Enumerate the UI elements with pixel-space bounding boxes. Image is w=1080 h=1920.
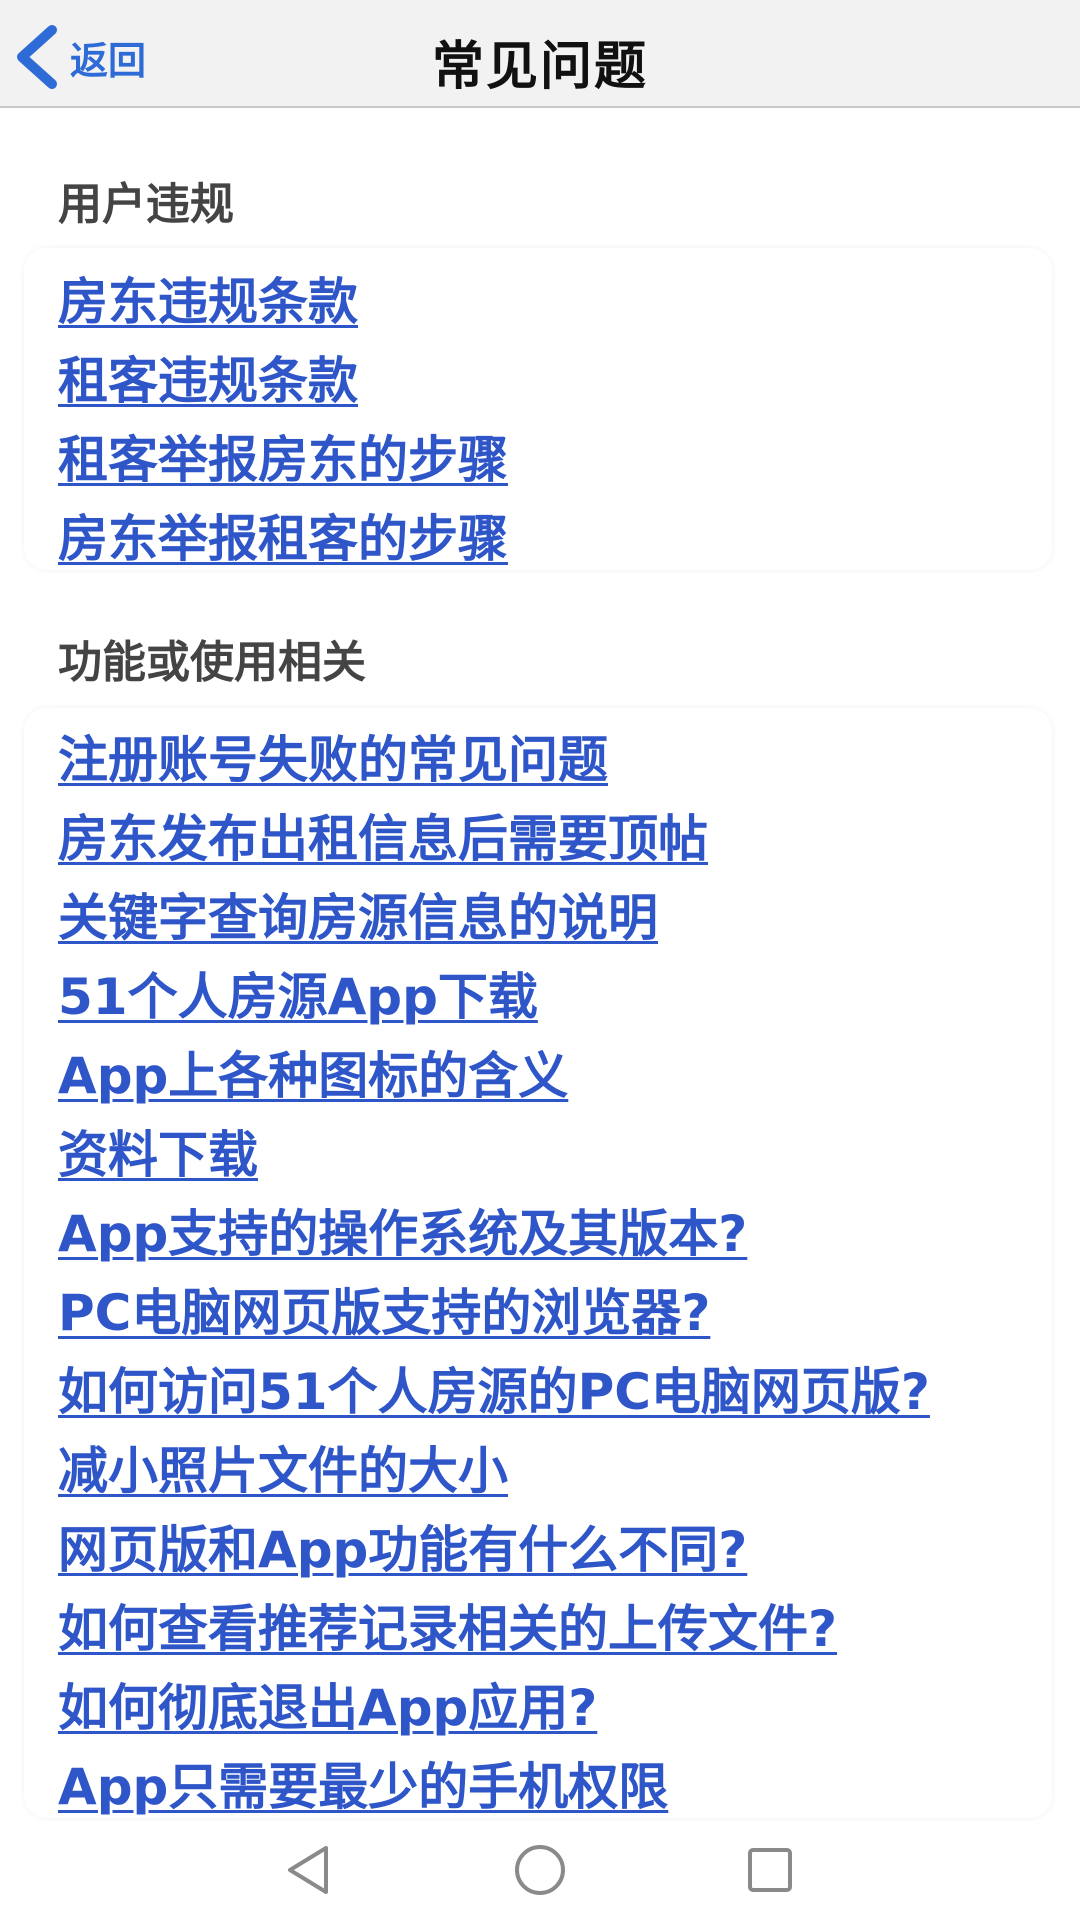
home-circle-icon[interactable]	[508, 1838, 572, 1902]
recents-square-icon[interactable]	[738, 1838, 802, 1902]
system-navigation-bar	[0, 1820, 1080, 1920]
faq-link-supported-os[interactable]: App支持的操作系统及其版本?	[58, 1194, 747, 1266]
section-heading-user-violations: 用户违规	[58, 179, 234, 230]
faq-link-register-failure[interactable]: 注册账号失败的常见问题	[58, 720, 608, 792]
faq-link-app-icons-meaning[interactable]: App上各种图标的含义	[58, 1036, 568, 1108]
faq-link-materials-download[interactable]: 资料下载	[58, 1115, 258, 1187]
back-triangle-icon[interactable]	[276, 1838, 340, 1902]
faq-link-app-download[interactable]: 51个人房源App下载	[58, 957, 538, 1029]
faq-link-landlord-bump-post[interactable]: 房东发布出租信息后需要顶帖	[58, 799, 708, 871]
faq-link-tenant-report-landlord[interactable]: 租客举报房东的步骤	[58, 420, 508, 492]
faq-link-tenant-violation-terms[interactable]: 租客违规条款	[58, 341, 358, 413]
navigation-bar: 返回 常见问题	[0, 0, 1080, 108]
section-heading-features: 功能或使用相关	[58, 637, 366, 688]
faq-link-reduce-photo-size[interactable]: 减小照片文件的大小	[58, 1431, 508, 1503]
faq-link-minimal-permissions[interactable]: App只需要最少的手机权限	[58, 1747, 668, 1819]
faq-link-view-uploaded-files[interactable]: 如何查看推荐记录相关的上传文件?	[58, 1589, 837, 1661]
faq-link-landlord-violation-terms[interactable]: 房东违规条款	[58, 262, 358, 334]
faq-link-landlord-report-tenant[interactable]: 房东举报租客的步骤	[58, 499, 508, 571]
page-title: 常见问题	[431, 37, 648, 97]
faq-link-supported-browsers[interactable]: PC电脑网页版支持的浏览器?	[58, 1273, 710, 1345]
faq-link-access-pc-web[interactable]: 如何访问51个人房源的PC电脑网页版?	[58, 1352, 930, 1424]
faq-link-keyword-search[interactable]: 关键字查询房源信息的说明	[58, 878, 658, 950]
faq-link-exit-app[interactable]: 如何彻底退出App应用?	[58, 1668, 597, 1740]
faq-link-web-vs-app[interactable]: 网页版和App功能有什么不同?	[58, 1510, 747, 1582]
